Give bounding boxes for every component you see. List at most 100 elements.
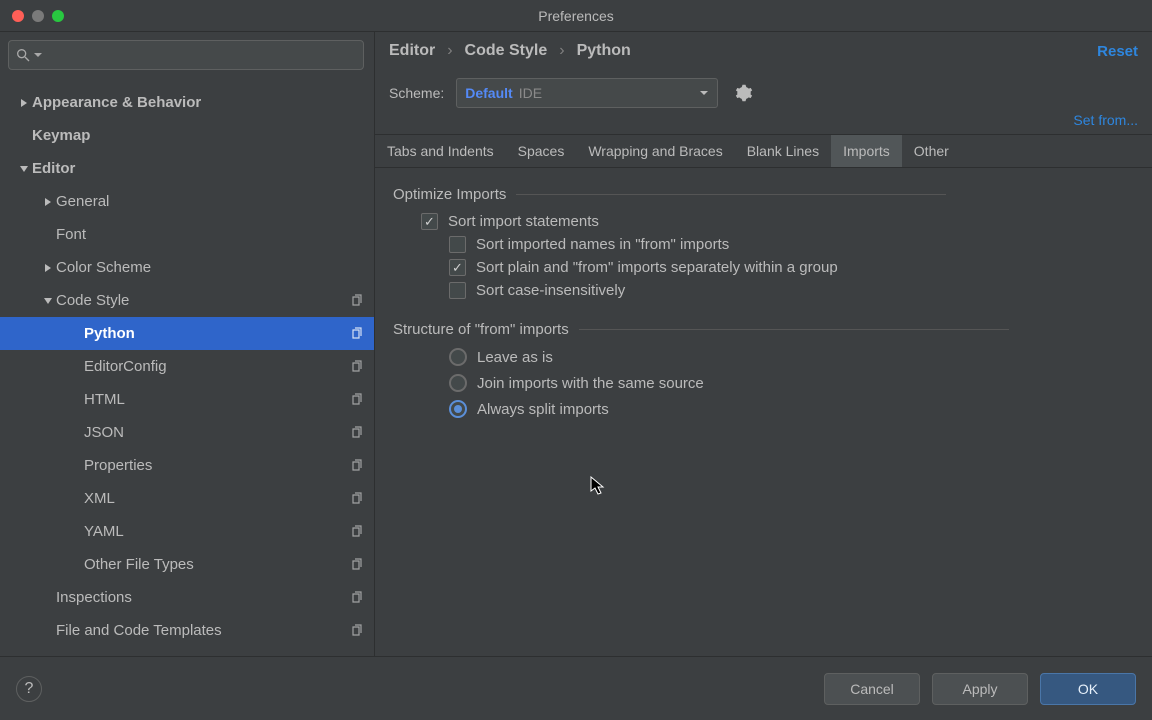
window-controls xyxy=(0,10,64,22)
button-label: OK xyxy=(1078,681,1098,697)
scheme-marker-icon xyxy=(350,294,364,308)
sidebar-item-font[interactable]: Font xyxy=(0,218,374,251)
scheme-actions-gear-button[interactable] xyxy=(730,79,758,107)
tab-spaces[interactable]: Spaces xyxy=(506,135,577,167)
scheme-marker-icon xyxy=(350,426,364,440)
tab-imports[interactable]: Imports xyxy=(831,135,902,167)
sidebar-item-appearance-behavior[interactable]: Appearance & Behavior xyxy=(0,86,374,119)
sidebar-item-code-style[interactable]: Code Style xyxy=(0,284,374,317)
main-area: Appearance & Behavior Keymap Editor Gene… xyxy=(0,32,1152,656)
search-input[interactable] xyxy=(43,48,363,63)
sidebar-item-label: JSON xyxy=(84,424,350,441)
search-field-wrap[interactable] xyxy=(8,40,364,70)
close-window-button[interactable] xyxy=(12,10,24,22)
radio-label: Leave as is xyxy=(477,349,553,366)
tab-wrapping-and-braces[interactable]: Wrapping and Braces xyxy=(576,135,734,167)
checkbox-label: Sort case-insensitively xyxy=(476,282,625,299)
content-header: Editor › Code Style › Python Reset xyxy=(375,32,1152,70)
breadcrumb-code-style[interactable]: Code Style xyxy=(465,42,548,60)
sidebar-item-color-scheme[interactable]: Color Scheme xyxy=(0,251,374,284)
sidebar-item-label: HTML xyxy=(84,391,350,408)
scheme-row: Scheme: Default IDE xyxy=(375,70,1152,112)
sidebar-item-label: Keymap xyxy=(32,127,364,144)
sidebar-item-label: File and Code Templates xyxy=(56,622,350,639)
checkbox-sort-case-insensitively[interactable]: Sort case-insensitively xyxy=(449,282,1134,299)
radio-always-split-imports[interactable]: Always split imports xyxy=(449,400,1134,418)
minimize-window-button[interactable] xyxy=(32,10,44,22)
tab-blank-lines[interactable]: Blank Lines xyxy=(735,135,831,167)
ok-button[interactable]: OK xyxy=(1040,673,1136,705)
radio-leave-as-is[interactable]: Leave as is xyxy=(449,348,1134,366)
radio-label: Always split imports xyxy=(477,401,609,418)
sidebar-item-editor[interactable]: Editor xyxy=(0,152,374,185)
help-icon: ? xyxy=(25,680,34,698)
sidebar-item-label: Code Style xyxy=(56,292,350,309)
sidebar-item-inspections[interactable]: Inspections xyxy=(0,581,374,614)
imports-panel: Optimize Imports Sort import statements … xyxy=(375,168,1152,656)
chevron-right-icon: › xyxy=(447,42,452,60)
section-title-text: Structure of "from" imports xyxy=(393,321,569,338)
search-icon xyxy=(15,47,31,63)
tab-other[interactable]: Other xyxy=(902,135,961,167)
sidebar-item-yaml[interactable]: YAML xyxy=(0,515,374,548)
sidebar-item-html[interactable]: HTML xyxy=(0,383,374,416)
apply-button[interactable]: Apply xyxy=(932,673,1028,705)
breadcrumb-python: Python xyxy=(577,42,631,60)
sidebar-item-editorconfig[interactable]: EditorConfig xyxy=(0,350,374,383)
sidebar-item-label: Python xyxy=(84,325,350,342)
scheme-marker-icon xyxy=(350,492,364,506)
sidebar-item-keymap[interactable]: Keymap xyxy=(0,119,374,152)
sidebar-item-label: XML xyxy=(84,490,350,507)
sidebar-item-label: YAML xyxy=(84,523,350,540)
scheme-select[interactable]: Default IDE xyxy=(456,78,718,108)
search-row xyxy=(0,32,374,78)
sidebar-item-json[interactable]: JSON xyxy=(0,416,374,449)
sidebar-item-file-code-templates[interactable]: File and Code Templates xyxy=(0,614,374,647)
section-rule xyxy=(579,329,1009,330)
scheme-marker-icon xyxy=(350,624,364,638)
tab-tabs-and-indents[interactable]: Tabs and Indents xyxy=(375,135,506,167)
checkbox-sort-imported-names-from[interactable]: Sort imported names in "from" imports xyxy=(449,236,1134,253)
set-from-link[interactable]: Set from... xyxy=(1073,112,1138,128)
checkbox-icon xyxy=(449,236,466,253)
sidebar-item-label: General xyxy=(56,193,364,210)
scheme-label: Scheme: xyxy=(389,85,444,101)
section-title-text: Optimize Imports xyxy=(393,186,506,203)
section-rule xyxy=(516,194,946,195)
checkbox-icon xyxy=(421,213,438,230)
button-label: Cancel xyxy=(850,681,894,697)
sidebar-item-xml[interactable]: XML xyxy=(0,482,374,515)
radio-join-imports-same-source[interactable]: Join imports with the same source xyxy=(449,374,1134,392)
sidebar-item-properties[interactable]: Properties xyxy=(0,449,374,482)
scheme-scope-tag: IDE xyxy=(519,85,542,101)
sidebar-item-label: Inspections xyxy=(56,589,350,606)
sidebar-item-general[interactable]: General xyxy=(0,185,374,218)
scheme-marker-icon xyxy=(350,558,364,572)
breadcrumb-editor[interactable]: Editor xyxy=(389,42,435,60)
sidebar-item-label: Appearance & Behavior xyxy=(32,94,364,111)
button-label: Apply xyxy=(962,681,997,697)
scheme-marker-icon xyxy=(350,459,364,473)
checkbox-sort-plain-and-from-separately[interactable]: Sort plain and "from" imports separately… xyxy=(449,259,1134,276)
sidebar-item-label: Color Scheme xyxy=(56,259,364,276)
content-panel: Editor › Code Style › Python Reset Schem… xyxy=(375,32,1152,656)
checkbox-sort-import-statements[interactable]: Sort import statements xyxy=(421,213,1134,230)
section-structure-from-imports: Structure of "from" imports xyxy=(393,321,1134,338)
expand-arrow-icon xyxy=(40,263,56,273)
zoom-window-button[interactable] xyxy=(52,10,64,22)
reset-link[interactable]: Reset xyxy=(1097,43,1138,60)
radio-icon xyxy=(449,400,467,418)
titlebar: Preferences xyxy=(0,0,1152,32)
sidebar-item-python[interactable]: Python xyxy=(0,317,374,350)
sidebar-item-other-file-types[interactable]: Other File Types xyxy=(0,548,374,581)
help-button[interactable]: ? xyxy=(16,676,42,702)
cancel-button[interactable]: Cancel xyxy=(824,673,920,705)
settings-tree: Appearance & Behavior Keymap Editor Gene… xyxy=(0,78,374,656)
radio-icon xyxy=(449,348,467,366)
checkbox-icon xyxy=(449,282,466,299)
scheme-marker-icon xyxy=(350,591,364,605)
search-history-chevron-icon[interactable] xyxy=(33,50,43,60)
expand-arrow-icon xyxy=(40,197,56,207)
scheme-marker-icon xyxy=(350,393,364,407)
gear-icon xyxy=(735,84,753,102)
